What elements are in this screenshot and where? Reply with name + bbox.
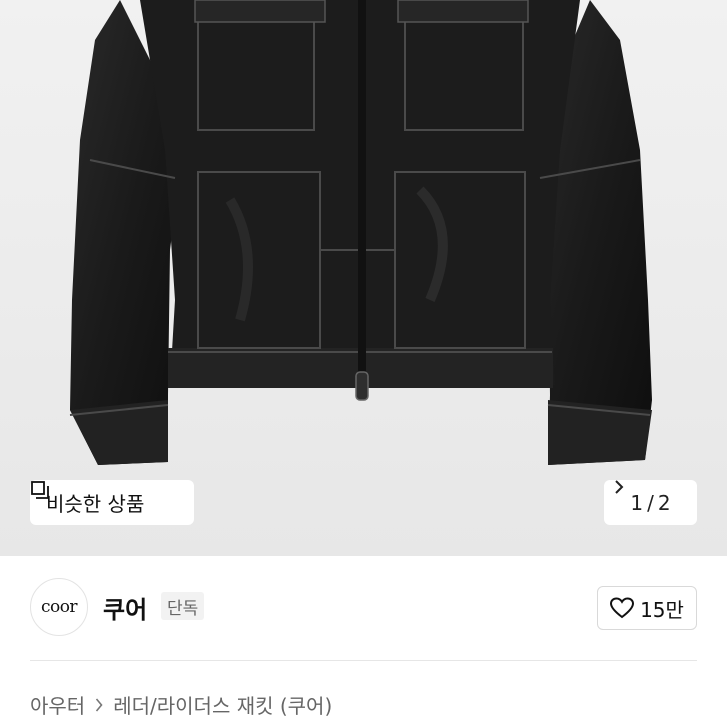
- exclusive-badge: 단독: [161, 592, 205, 620]
- heart-outline-icon: [610, 597, 635, 619]
- like-count: 15만: [640, 597, 684, 622]
- pager-total: 2: [657, 490, 671, 515]
- image-pager[interactable]: 1 / 2: [604, 480, 697, 525]
- pager-current: 1: [630, 490, 644, 515]
- copy-squares-icon: [31, 481, 49, 499]
- brand-row: coor 쿠어 단독 15만: [0, 556, 727, 660]
- similar-products-button[interactable]: 비슷한 상품: [30, 480, 194, 525]
- chevron-right-icon: [96, 697, 103, 712]
- product-image[interactable]: 비슷한 상품 1 / 2: [0, 0, 727, 556]
- breadcrumb-item-category[interactable]: 레더/라이더스 재킷 (쿠어): [113, 690, 332, 719]
- breadcrumb: 아우터 레더/라이더스 재킷 (쿠어): [30, 690, 332, 719]
- brand-logo-text: coor: [40, 597, 78, 617]
- brand-name[interactable]: 쿠어: [103, 590, 147, 625]
- breadcrumb-item-outer[interactable]: 아우터: [30, 690, 85, 719]
- chevron-right-icon: [615, 480, 624, 494]
- like-button[interactable]: 15만: [597, 586, 697, 630]
- brand-logo[interactable]: coor: [30, 578, 88, 636]
- similar-products-label: 비슷한 상품: [46, 492, 145, 516]
- pager-separator: /: [647, 490, 654, 515]
- leather-jacket-photo: [69, 0, 652, 465]
- divider: [30, 660, 697, 661]
